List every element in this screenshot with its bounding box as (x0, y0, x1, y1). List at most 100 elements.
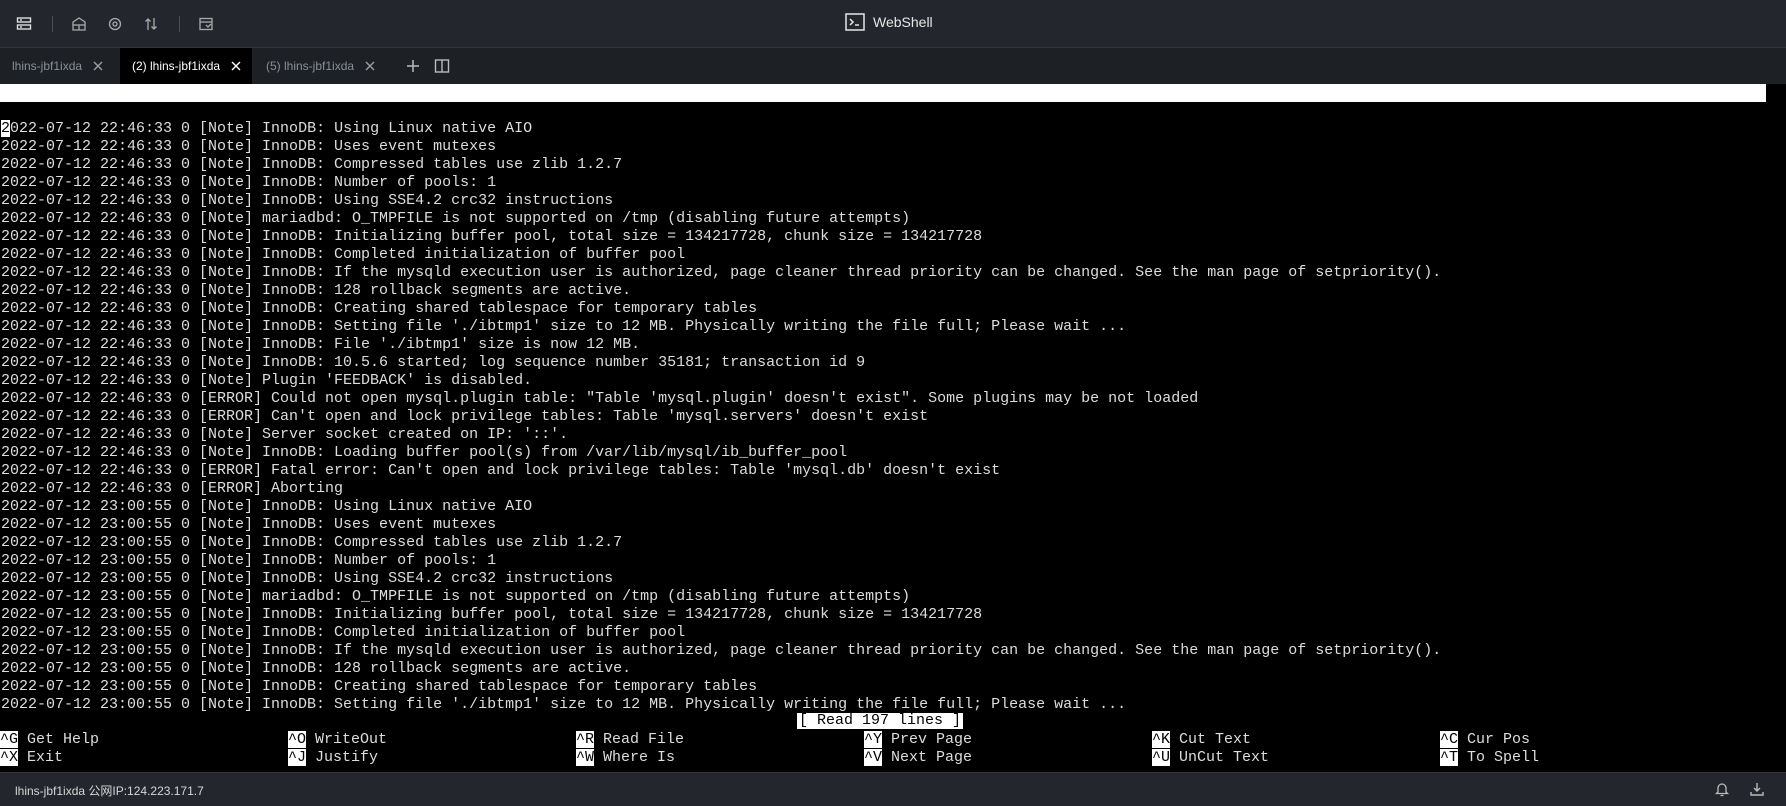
log-line: 2022-07-12 22:46:33 0 [Note] Plugin 'FEE… (1, 372, 533, 389)
log-line: 2022-07-12 23:00:55 0 [Note] InnoDB: Num… (1, 552, 497, 569)
log-line: 2022-07-12 23:00:55 0 [Note] InnoDB: Com… (1, 534, 623, 551)
log-line: 2022-07-12 22:46:33 0 [Note] InnoDB: 128… (1, 282, 632, 299)
close-icon[interactable] (92, 60, 104, 72)
shortcut-item: ^K Cut Text (1152, 731, 1251, 749)
add-tab-icon[interactable] (405, 58, 421, 74)
app-title: WebShell (845, 13, 933, 31)
shortcut-label: To Spell (1467, 749, 1540, 766)
tab-bar: lhins-jbf1ixda (2) lhins-jbf1ixda (5) lh… (0, 48, 1786, 84)
shortcut-item: ^O WriteOut (288, 731, 387, 749)
shortcut-key: ^G (0, 731, 19, 748)
toolbar-separator (52, 16, 53, 32)
log-line: 2022-07-12 23:00:55 0 [Note] InnoDB: Set… (1, 696, 1127, 713)
log-line: 2022-07-12 22:46:33 0 [Note] InnoDB: Usi… (1, 120, 533, 137)
command-history-icon[interactable] (196, 14, 216, 34)
shortcut-key: ^Y (864, 731, 883, 748)
log-line: 2022-07-12 22:46:33 0 [Note] mariadbd: O… (1, 210, 911, 227)
shortcut-key: ^W (576, 749, 595, 766)
shortcut-label: Where Is (603, 749, 676, 766)
log-line: 2022-07-12 22:46:33 0 [Note] InnoDB: Ini… (1, 228, 983, 245)
shortcut-item: ^C Cur Pos (1440, 731, 1530, 749)
log-line: 2022-07-12 22:46:33 0 [Note] InnoDB: 10.… (1, 354, 866, 371)
log-line: 2022-07-12 22:46:33 0 [Note] InnoDB: Com… (1, 246, 686, 263)
shortcut-label: Cut Text (1179, 731, 1252, 748)
terminal[interactable]: GNU nano 2.3.1 File: mariadb.log 2022-07… (0, 84, 1786, 772)
log-line: 2022-07-12 23:00:55 0 [Note] InnoDB: If … (1, 642, 1442, 659)
shortcut-label: WriteOut (315, 731, 388, 748)
tab-session-1[interactable]: lhins-jbf1ixda (0, 48, 118, 84)
shortcut-key: ^U (1152, 749, 1171, 766)
split-view-icon[interactable] (434, 58, 450, 74)
bottom-status-bar: lhins-jbf1ixda 公网IP:124.223.171.7 (0, 772, 1786, 806)
shortcut-key: ^O (288, 731, 307, 748)
tab-label: lhins-jbf1ixda (12, 59, 83, 73)
app-title-text: WebShell (873, 14, 933, 30)
tab-session-5[interactable]: (5) lhins-jbf1ixda (254, 48, 386, 84)
log-line: 2022-07-12 22:46:33 0 [ERROR] Could not … (1, 390, 1199, 407)
shortcut-item: ^V Next Page (864, 749, 972, 767)
shortcut-label: Get Help (27, 731, 100, 748)
log-content: 2022-07-12 22:46:33 0 [Note] InnoDB: Usi… (1, 120, 1441, 714)
shortcut-label: Read File (603, 731, 685, 748)
close-icon[interactable] (230, 60, 242, 72)
shortcut-label: Next Page (891, 749, 973, 766)
log-line: 2022-07-12 23:00:55 0 [Note] InnoDB: Com… (1, 624, 686, 641)
close-icon[interactable] (364, 60, 376, 72)
log-line: 2022-07-12 22:46:33 0 [Note] InnoDB: Com… (1, 156, 623, 173)
log-line: 2022-07-12 22:46:33 0 [Note] InnoDB: If … (1, 264, 1442, 281)
log-line: 2022-07-12 22:46:33 0 [Note] InnoDB: Cre… (1, 300, 758, 317)
log-line: 2022-07-12 22:46:33 0 [ERROR] Fatal erro… (1, 462, 1001, 479)
shortcut-key: ^X (0, 749, 19, 766)
shortcut-label: Cur Pos (1467, 731, 1531, 748)
bell-icon[interactable] (1714, 781, 1730, 797)
toolbar-separator (179, 16, 180, 32)
shortcut-item: ^W Where Is (576, 749, 675, 767)
log-line: 2022-07-12 23:00:55 0 [Note] InnoDB: Use… (1, 516, 497, 533)
settings-icon[interactable] (105, 14, 125, 34)
text-cursor: 2 (1, 120, 11, 137)
shortcut-key: ^V (864, 749, 883, 766)
shortcut-key: ^R (576, 731, 595, 748)
log-line: 2022-07-12 22:46:33 0 [Note] InnoDB: Use… (1, 138, 497, 155)
nano-title-bar: GNU nano 2.3.1 File: mariadb.log (0, 84, 1766, 137)
tab-label: (5) lhins-jbf1ixda (266, 59, 355, 73)
shortcut-label: Justify (315, 749, 379, 766)
log-line: 2022-07-12 22:46:33 0 [Note] InnoDB: Loa… (1, 444, 848, 461)
log-line: 2022-07-12 22:46:33 0 [Note] InnoDB: Set… (1, 318, 1127, 335)
shortcut-key: ^C (1440, 731, 1459, 748)
shortcut-item: ^X Exit (0, 749, 63, 767)
log-line: 2022-07-12 22:46:33 0 [Note] InnoDB: Num… (1, 174, 497, 191)
nano-version: GNU nano 2.3.1 (20, 102, 147, 119)
terminal-icon (845, 13, 865, 31)
log-line: 2022-07-12 22:46:33 0 [Note] InnoDB: Fil… (1, 336, 641, 353)
log-line: 2022-07-12 22:46:33 0 [ERROR] Aborting (1, 480, 344, 497)
transfer-icon[interactable] (141, 14, 161, 34)
tab-label: (2) lhins-jbf1ixda (132, 59, 221, 73)
log-line: 2022-07-12 23:00:55 0 [Note] InnoDB: Usi… (1, 570, 614, 587)
nano-status-message: [ Read 197 lines ] (797, 712, 964, 729)
log-line: 2022-07-12 23:00:55 0 [Note] InnoDB: Usi… (1, 498, 533, 515)
shortcut-item: ^J Justify (288, 749, 378, 767)
shortcut-item: ^T To Spell (1440, 749, 1539, 767)
log-line: 2022-07-12 23:00:55 0 [Note] InnoDB: Cre… (1, 678, 758, 695)
connection-info: lhins-jbf1ixda 公网IP:124.223.171.7 (15, 784, 204, 798)
toolbar-icons (14, 14, 232, 34)
log-line: 2022-07-12 23:00:55 0 [Note] mariadbd: O… (1, 588, 911, 605)
shortcut-item: ^Y Prev Page (864, 731, 972, 749)
log-line: 2022-07-12 22:46:33 0 [ERROR] Can't open… (1, 408, 929, 425)
shortcut-item: ^R Read File (576, 731, 684, 749)
shortcut-label: UnCut Text (1179, 749, 1270, 766)
shortcut-item: ^U UnCut Text (1152, 749, 1269, 767)
shortcut-label: Prev Page (891, 731, 973, 748)
log-line: 2022-07-12 23:00:55 0 [Note] InnoDB: 128… (1, 660, 632, 677)
shortcut-label: Exit (27, 749, 64, 766)
shortcut-item: ^G Get Help (0, 731, 99, 749)
shortcut-key: ^T (1440, 749, 1459, 766)
server-list-icon[interactable] (14, 14, 34, 34)
shortcut-key: ^J (288, 749, 307, 766)
package-icon[interactable] (69, 14, 89, 34)
tab-session-2[interactable]: (2) lhins-jbf1ixda (120, 48, 252, 84)
download-icon[interactable] (1749, 781, 1765, 797)
shortcut-key: ^K (1152, 731, 1171, 748)
log-line: 2022-07-12 22:46:33 0 [Note] InnoDB: Usi… (1, 192, 614, 209)
